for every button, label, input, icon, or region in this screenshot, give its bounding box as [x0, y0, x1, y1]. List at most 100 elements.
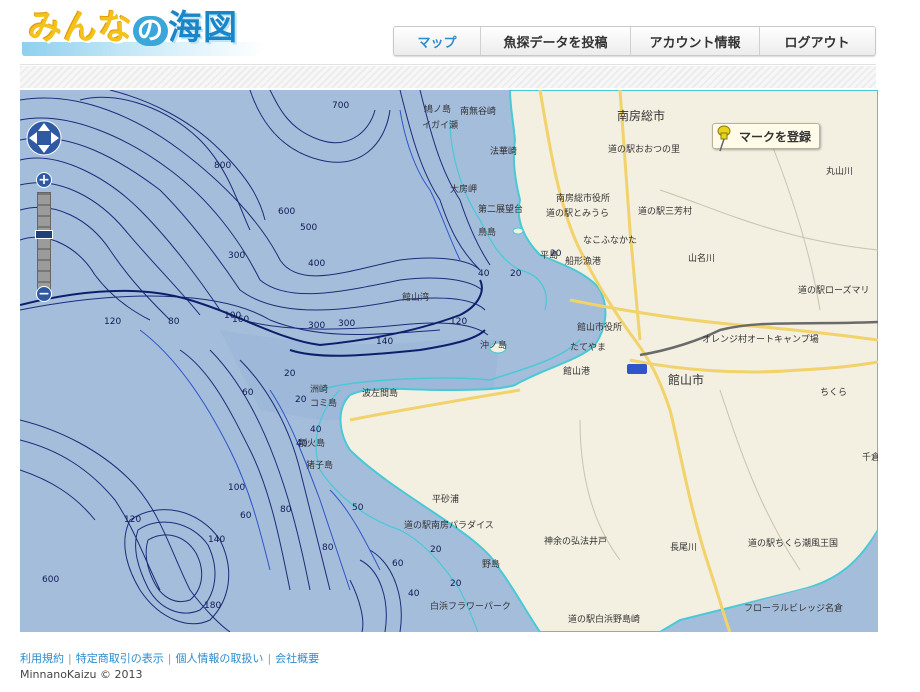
zoom-out-button[interactable]: −: [36, 286, 52, 302]
map-depth-label: 300: [338, 319, 355, 329]
map-depth-label: 140: [376, 337, 393, 347]
map-place-label: 丸山川: [826, 165, 853, 177]
map-depth-label: 300: [228, 251, 245, 261]
map-depth-label: 700: [332, 101, 349, 111]
map-place-label: コミ島: [310, 397, 337, 409]
map-place-label: 山名川: [688, 252, 715, 264]
main-nav: マップ 魚探データを投稿 アカウント情報 ログアウト: [393, 26, 876, 56]
map-place-label: 平砂浦: [432, 493, 459, 505]
map-place-label: 南房総市: [617, 108, 665, 123]
footer-link-company[interactable]: 会社概要: [275, 652, 319, 665]
footer-separator: |: [167, 652, 172, 665]
map-depth-label: 20: [450, 579, 462, 589]
map-place-label: 道の駅三芳村: [638, 205, 692, 217]
map-depth-label: 80: [168, 317, 180, 327]
map-depth-label: 600: [42, 575, 59, 585]
nav-account-info[interactable]: アカウント情報: [630, 27, 759, 55]
map-depth-label: 40: [296, 439, 308, 449]
logo-text: みんなの海図: [28, 6, 238, 53]
map-depth-label: 60: [392, 559, 404, 569]
pushpin-icon: [717, 125, 731, 152]
logo-text-part2: の: [133, 16, 169, 46]
register-mark-button[interactable]: マークを登録: [712, 123, 820, 152]
copyright-text: MinnanoKaizu © 2013: [20, 668, 143, 681]
map-place-label: 波左間島: [362, 387, 398, 399]
map-depth-label: 500: [300, 223, 317, 233]
map-place-label: 道の駅おおつの里: [608, 143, 680, 155]
map-depth-label: 180: [204, 601, 221, 611]
map-place-label: 法華崎: [490, 145, 517, 157]
zoom-in-button[interactable]: +: [36, 172, 52, 188]
map-place-label: 館山市役所: [577, 321, 622, 333]
map-depth-label: 120: [124, 515, 141, 525]
map-place-label: 館山港: [563, 365, 590, 377]
map-place-label: オレンジ村オートキャンプ場: [702, 333, 819, 345]
map-depth-label: 80: [322, 543, 334, 553]
map-viewport[interactable]: 南房総市館山市 道の駅おおつの里道の駅とみうら 南房総市役所道の駅三芳村なこふなかた…: [20, 90, 878, 632]
nav-map[interactable]: マップ: [394, 27, 480, 55]
map-place-label: 沖ノ島: [480, 339, 507, 351]
map-canvas[interactable]: 南房総市館山市 道の駅おおつの里道の駅とみうら 南房総市役所道の駅三芳村なこふなかた…: [20, 90, 878, 632]
register-mark-label: マークを登録: [738, 129, 811, 144]
footer-link-privacy[interactable]: 個人情報の取扱い: [175, 652, 263, 665]
map-place-label: 道の駅南房パラダイス: [404, 519, 494, 531]
map-depth-label: 80: [280, 505, 292, 515]
footer-link-commerce-law[interactable]: 特定商取引の表示: [76, 652, 164, 665]
map-depth-label: 20: [510, 269, 522, 279]
header-stripe: [20, 66, 876, 88]
logo-text-part3: 海図: [168, 8, 239, 48]
map-place-label: 道の駅とみうら: [546, 207, 609, 219]
map-zoom-control: + −: [26, 120, 62, 310]
map-depth-label: 20: [550, 249, 562, 259]
map-depth-label: 120: [104, 317, 121, 327]
map-depth-label: 60: [240, 511, 252, 521]
footer-link-terms[interactable]: 利用規約: [20, 652, 64, 665]
map-place-label: 道の駅白浜野島崎: [568, 613, 640, 625]
map-place-label: 道の駅ちくら潮風王国: [748, 537, 838, 549]
map-place-label: 千倉漁港: [862, 451, 878, 463]
nav-post-fishfinder-data[interactable]: 魚探データを投稿: [480, 27, 630, 55]
map-depth-label: 50: [352, 503, 364, 513]
map-place-label: 野島: [482, 558, 500, 570]
footer-separator: |: [68, 652, 72, 665]
map-place-label: たてやま: [570, 342, 606, 353]
map-place-label: イガイ瀬: [422, 119, 458, 131]
map-depth-label: 40: [408, 589, 420, 599]
map-depth-label: 300: [308, 321, 325, 331]
map-place-label: 長尾川: [670, 542, 697, 553]
map-place-label: 船形漁港: [565, 255, 601, 267]
map-place-label: 鳩ノ島: [424, 103, 451, 115]
route-410-shield: [627, 364, 647, 374]
footer-links: 利用規約 | 特定商取引の表示 | 個人情報の取扱い | 会社概要: [20, 650, 319, 666]
map-place-label: 洲崎: [310, 383, 328, 395]
map-place-label: ちくら: [820, 387, 847, 398]
map-place-label: 鳥島: [478, 226, 496, 238]
map-depth-label: 140: [208, 535, 225, 545]
nav-logout[interactable]: ログアウト: [759, 27, 874, 55]
map-place-label: 白浜フラワーパーク: [430, 600, 511, 612]
map-depth-label: 20: [284, 369, 296, 379]
zoom-slider-track[interactable]: [37, 192, 51, 294]
map-depth-label: 400: [308, 259, 325, 269]
header-divider: [20, 64, 876, 65]
map-place-label: 猪子島: [306, 459, 333, 471]
map-place-label: 第二展望台: [478, 203, 523, 215]
logo-text-part1: みんな: [28, 8, 133, 48]
map-place-label: なこふなかた: [583, 235, 637, 246]
map-place-label: 館山市: [668, 372, 704, 387]
map-place-label: 南房総市役所: [556, 192, 610, 204]
map-depth-label: 40: [478, 269, 490, 279]
map-place-label: 道の駅ローズマリ: [798, 284, 870, 296]
map-depth-label: 600: [278, 207, 295, 217]
map-place-label: 南無谷崎: [460, 105, 496, 117]
map-place-label: 館山湾: [402, 291, 429, 303]
map-depth-label: 20: [295, 395, 307, 405]
map-depth-label: 100: [228, 483, 245, 493]
site-logo[interactable]: みんなの海図: [22, 2, 268, 56]
map-place-label: 大房岬: [450, 183, 477, 195]
map-place-label: 神余の弘法井戸: [544, 535, 607, 547]
map-depth-label: 800: [214, 161, 231, 171]
footer-separator: |: [267, 652, 272, 665]
pan-control-icon[interactable]: [26, 120, 62, 156]
zoom-slider-handle[interactable]: [35, 230, 53, 239]
